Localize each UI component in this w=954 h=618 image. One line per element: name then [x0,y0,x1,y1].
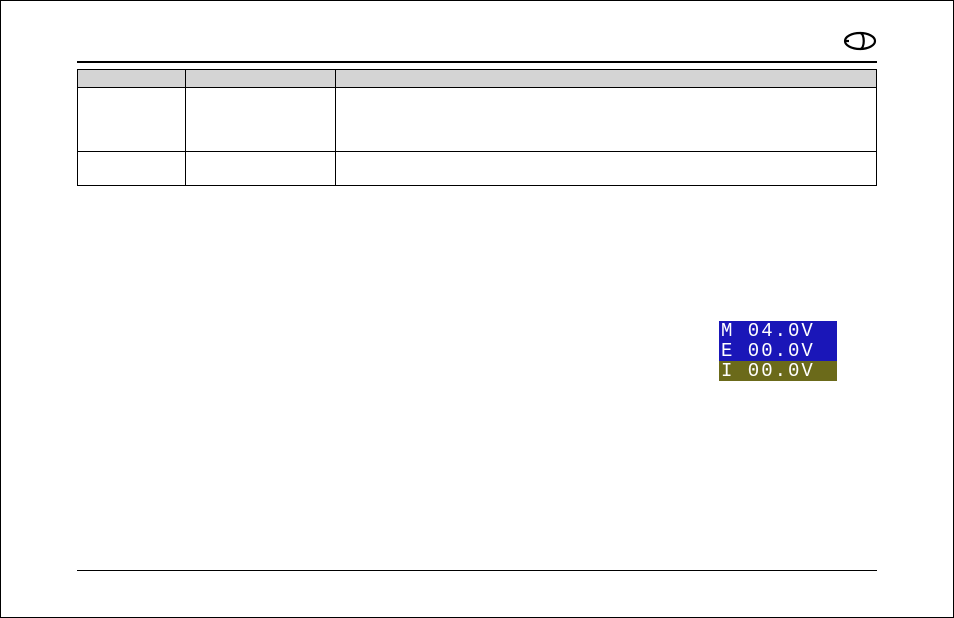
lcd-line-i: I 00.0V [719,361,837,381]
table-cell [186,152,336,186]
lcd-line-e: E 00.0V [719,341,837,361]
document-page: M 04.0V E 00.0V I 00.0V [0,0,954,618]
table-row [78,88,877,152]
table-header-cell [78,70,186,88]
table-cell [336,152,877,186]
table-row [78,152,877,186]
table-header-cell [186,70,336,88]
lcd-line-m: M 04.0V [719,321,837,341]
table-header-row [78,70,877,88]
data-table [77,69,877,186]
table-cell [78,152,186,186]
brand-logo-icon [843,31,877,56]
table-cell [78,88,186,152]
lcd-display: M 04.0V E 00.0V I 00.0V [719,321,837,381]
header-bar [77,31,877,55]
table-cell [336,88,877,152]
header-rule [77,61,877,63]
table-cell [186,88,336,152]
footer-rule [77,570,877,571]
table-header-cell [336,70,877,88]
